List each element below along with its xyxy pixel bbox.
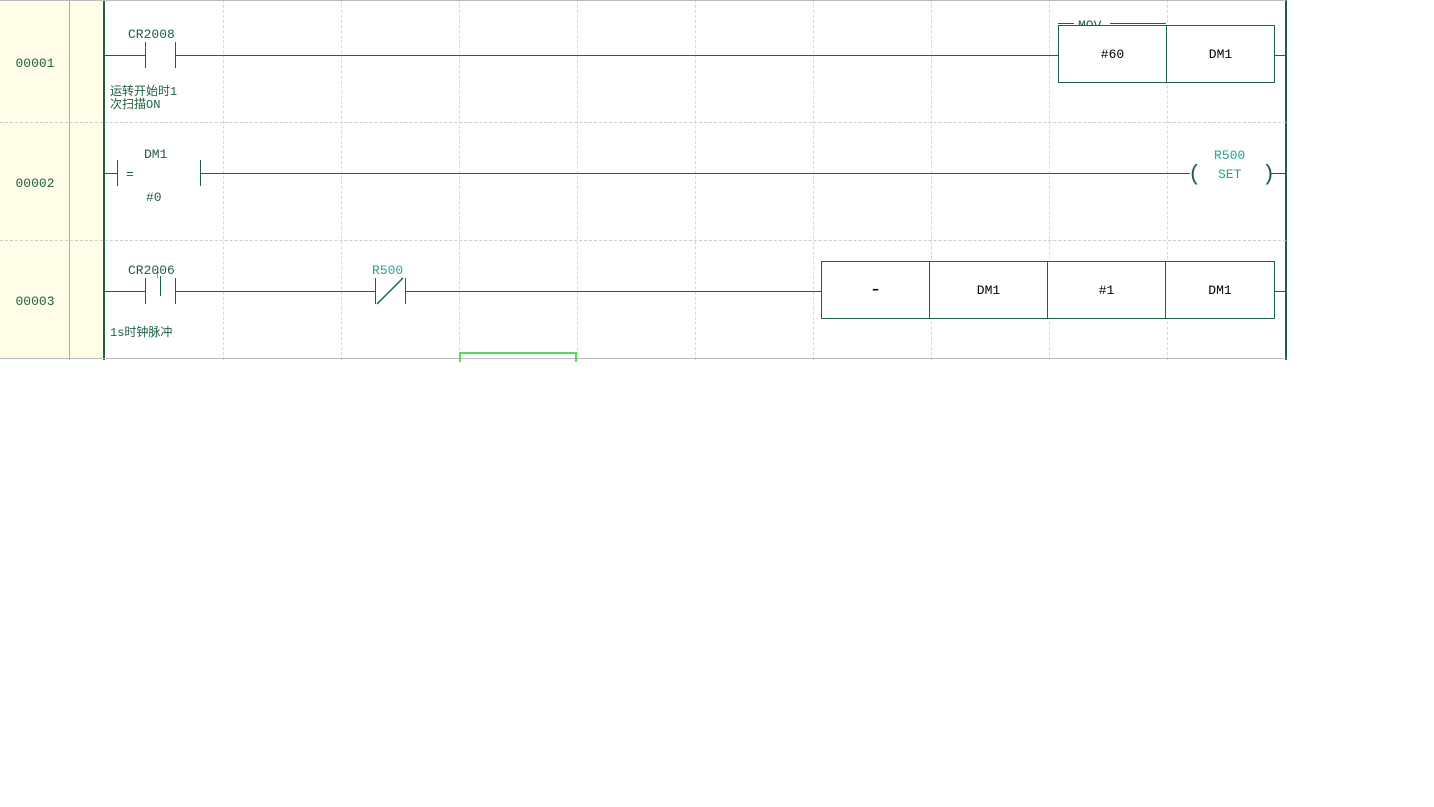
- sub-op1[interactable]: DM1: [929, 261, 1048, 319]
- rung-number: 00002: [0, 176, 70, 191]
- contact-address: CR2008: [128, 27, 175, 42]
- coil-type: SET: [1218, 167, 1241, 182]
- compare-op: =: [126, 167, 134, 182]
- coil-address: R500: [1214, 148, 1245, 163]
- sub-opname[interactable]: -: [821, 261, 930, 319]
- rung-number: 00001: [0, 56, 70, 71]
- mov-op2[interactable]: DM1: [1166, 25, 1275, 83]
- right-power-rail: [1285, 0, 1287, 360]
- sub-op1-text: DM1: [977, 283, 1000, 298]
- sub-op2[interactable]: #1: [1047, 261, 1166, 319]
- rung-number: 00003: [0, 294, 70, 309]
- sub-opname-text: -: [869, 279, 881, 302]
- compare-top: DM1: [144, 147, 167, 162]
- sub-op3[interactable]: DM1: [1165, 261, 1275, 319]
- edit-cursor[interactable]: [459, 352, 577, 362]
- contact-address: R500: [372, 263, 403, 278]
- coil-left-paren: (: [1188, 162, 1201, 187]
- coil-right-paren: ): [1262, 162, 1275, 187]
- compare-bottom: #0: [146, 190, 162, 205]
- mov-op1[interactable]: #60: [1058, 25, 1167, 83]
- contact-address: CR2006: [128, 263, 175, 278]
- margin-gutter: [70, 0, 105, 360]
- sub-op3-text: DM1: [1208, 283, 1231, 298]
- ladder-diagram: 00001 00002 00003 CR2008 运转开始时1 次扫描ON MO…: [0, 0, 1434, 807]
- sub-op2-text: #1: [1099, 283, 1115, 298]
- contact-comment: 运转开始时1 次扫描ON: [110, 86, 177, 112]
- contact-comment: 1s时钟脉冲: [110, 323, 172, 340]
- mov-op2-text: DM1: [1209, 47, 1232, 62]
- mov-op1-text: #60: [1101, 47, 1124, 62]
- nc-slash-icon: [373, 274, 407, 308]
